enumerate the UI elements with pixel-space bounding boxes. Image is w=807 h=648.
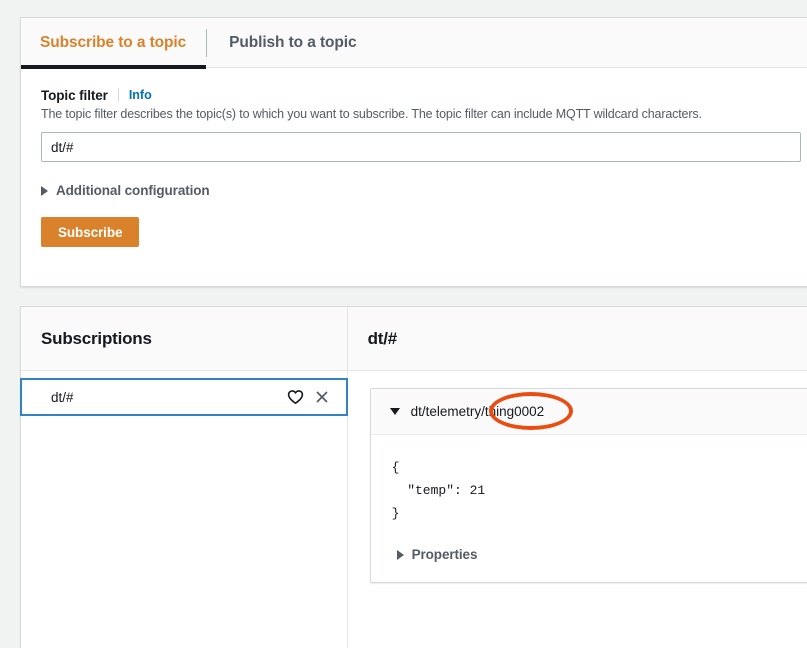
topic-filter-input[interactable] [41,132,801,162]
tab-bar: Subscribe to a topic Publish to a topic [21,18,807,69]
topic-filter-description: The topic filter describes the topic(s) … [41,107,702,121]
subscription-actions [287,388,331,406]
messages-pane: dt/# dt/telemetry/thing0002 { "temp": 21… [347,307,807,648]
messages-title: dt/# [367,328,398,348]
chevron-right-icon [41,185,48,196]
iot-mqtt-test-client-page: Subscribe to a topic Publish to a topic … [0,0,807,648]
tab-subscribe-to-a-topic[interactable]: Subscribe to a topic [21,18,207,69]
message-card: dt/telemetry/thing0002 { "temp": 21 } Pr… [369,388,807,584]
subscribe-form: Topic filter Info The topic filter descr… [21,68,807,247]
list-item[interactable]: dt/# [20,378,348,416]
message-topic: dt/telemetry/thing0002 [410,404,545,419]
subscriptions-messages-card: Subscriptions dt/# dt/# dt/telemetry/thi… [20,306,807,648]
subscriptions-header: Subscriptions [21,307,347,371]
chevron-right-icon [396,549,404,560]
subscribe-button[interactable]: Subscribe [41,217,140,247]
subscriptions-title: Subscriptions [41,328,152,348]
message-list: dt/telemetry/thing0002 { "temp": 21 } Pr… [348,371,807,648]
split-layout: Subscriptions dt/# dt/# dt/telemetry/thi… [20,307,807,648]
additional-configuration-label: Additional configuration [56,183,210,198]
messages-header: dt/# [347,307,807,371]
close-icon[interactable] [313,388,331,406]
label-divider [117,88,119,102]
tab-publish-to-a-topic[interactable]: Publish to a topic [207,18,378,68]
message-footer: Properties [371,525,807,582]
chevron-down-icon [389,408,400,415]
subscriptions-pane: Subscriptions dt/# [20,307,348,648]
subscription-list: dt/# [20,371,348,648]
tab-label: Publish to a topic [229,33,357,51]
additional-configuration-toggle[interactable]: Additional configuration [41,183,210,198]
properties-label: Properties [411,547,478,563]
topic-filter-label-row: Topic filter Info [41,86,807,104]
heart-icon[interactable] [287,388,305,406]
info-link[interactable]: Info [129,88,152,102]
topic-filter-label: Topic filter [41,87,108,103]
subscribe-publish-card: Subscribe to a topic Publish to a topic … [20,17,807,287]
message-topic-row[interactable]: dt/telemetry/thing0002 [370,389,807,435]
message-payload: { "temp": 21 } [391,460,486,521]
subscription-topic-label: dt/# [51,389,74,405]
properties-toggle[interactable]: Properties [396,547,478,563]
tab-label: Subscribe to a topic [40,33,187,51]
